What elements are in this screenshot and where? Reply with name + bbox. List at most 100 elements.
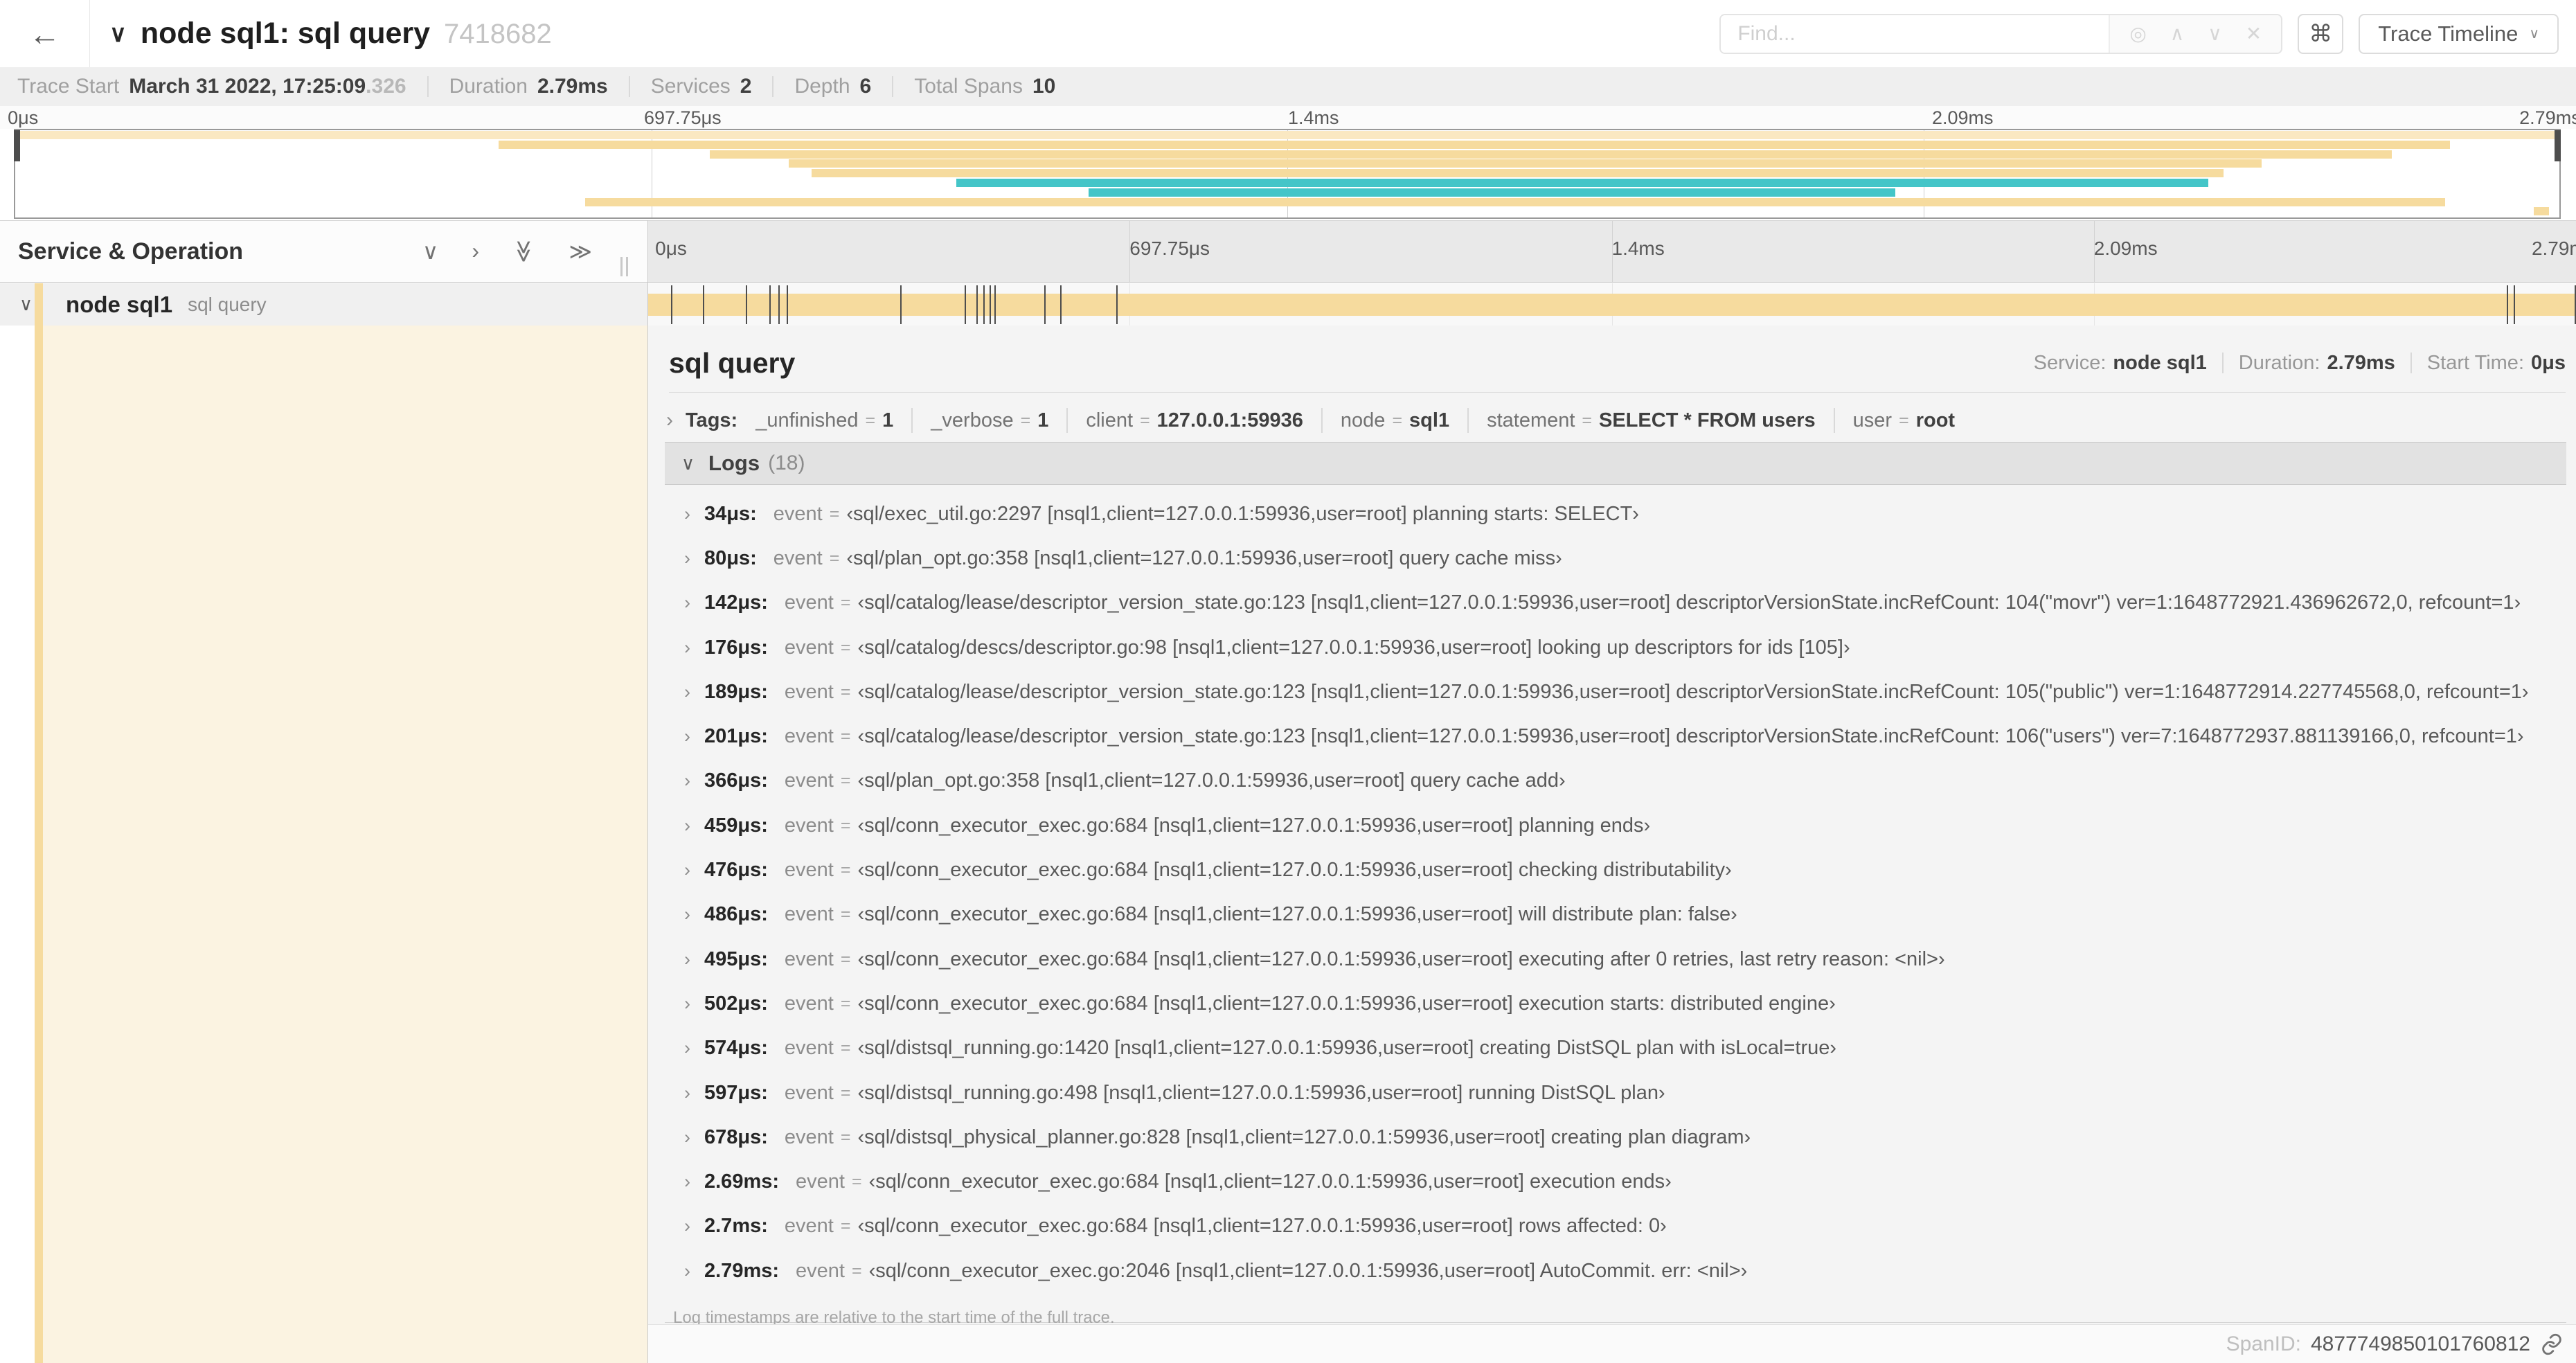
meta-item: Start Time: 0μs (2395, 352, 2566, 375)
log-marker-tick[interactable] (990, 285, 992, 324)
view-selector-button[interactable]: Trace Timeline ∨ (2359, 13, 2559, 54)
expand-log-icon[interactable]: › (684, 1037, 690, 1059)
deep-link-icon[interactable] (2540, 1333, 2564, 1356)
shortcuts-button[interactable]: ⌘ (2298, 13, 2344, 54)
expand-log-icon[interactable]: › (684, 548, 690, 569)
span-name-cell[interactable]: ∨ node sql1 sql query (0, 283, 647, 326)
tags-label: Tags: (686, 409, 738, 431)
log-row[interactable]: › 502μs: event = ‹sql/conn_executor_exec… (665, 981, 2566, 1026)
expand-log-icon[interactable]: › (684, 993, 690, 1015)
log-timestamp: 2.69ms: (704, 1170, 780, 1193)
expand-log-icon[interactable]: › (684, 949, 690, 970)
collapse-all-icon[interactable]: ≫ (511, 240, 537, 263)
expand-log-icon[interactable]: › (684, 859, 690, 881)
expand-log-icon[interactable]: › (684, 637, 690, 659)
log-marker-tick[interactable] (702, 285, 704, 324)
log-row[interactable]: › 574μs: event = ‹sql/distsql_running.go… (665, 1026, 2566, 1071)
logs-header[interactable]: ∨ Logs (18) (665, 442, 2566, 485)
expand-log-icon[interactable]: › (684, 1215, 690, 1237)
log-marker-tick[interactable] (2514, 285, 2516, 324)
collapse-one-icon[interactable]: ∨ (422, 238, 438, 265)
service-operation-header: Service & Operation ∨ › ≫ ≫ (0, 221, 647, 282)
log-row[interactable]: › 34μs: event = ‹sql/exec_util.go:2297 [… (665, 492, 2566, 536)
expand-log-icon[interactable]: › (684, 592, 690, 614)
log-row[interactable]: › 2.7ms: event = ‹sql/conn_executor_exec… (665, 1204, 2566, 1249)
equals-sign: = (840, 1216, 851, 1236)
spanid-value: 4877749850101760812 (2310, 1332, 2530, 1355)
log-marker-tick[interactable] (670, 285, 672, 324)
match-highlight-icon[interactable]: ◎ (2129, 22, 2146, 45)
log-marker-tick[interactable] (965, 285, 967, 324)
log-marker-tick[interactable] (900, 285, 902, 324)
expand-log-icon[interactable]: › (684, 1171, 690, 1193)
expand-log-icon[interactable]: › (684, 726, 690, 747)
log-marker-tick[interactable] (1116, 285, 1118, 324)
collapse-span-icon[interactable]: ∨ (19, 294, 33, 315)
timeline-header-row: Service & Operation ∨ › ≫ ≫ 0μs 697.75μs… (0, 220, 2576, 283)
log-timestamp: 176μs: (704, 636, 768, 659)
log-row[interactable]: › 678μs: event = ‹sql/distsql_physical_p… (665, 1115, 2566, 1159)
log-marker-tick[interactable] (976, 285, 978, 324)
expand-log-icon[interactable]: › (684, 1260, 690, 1282)
expand-log-icon[interactable]: › (684, 770, 690, 792)
log-row[interactable]: › 2.79ms: event = ‹sql/conn_executor_exe… (665, 1249, 2566, 1293)
log-marker-tick[interactable] (1059, 285, 1062, 324)
expand-tags-icon[interactable]: › (666, 409, 673, 432)
log-field-value: ‹sql/catalog/lease/descriptor_version_st… (857, 591, 2521, 614)
next-result-icon[interactable]: ∨ (2208, 22, 2222, 45)
expand-all-icon[interactable]: ≫ (569, 238, 593, 265)
span-row[interactable]: ∨ node sql1 sql query (0, 283, 2576, 326)
log-row[interactable]: › 176μs: event = ‹sql/catalog/descs/desc… (665, 625, 2566, 670)
log-marker-tick[interactable] (769, 285, 771, 324)
log-row[interactable]: › 80μs: event = ‹sql/plan_opt.go:358 [ns… (665, 536, 2566, 580)
equals-sign: = (840, 637, 851, 657)
clear-search-icon[interactable]: ✕ (2246, 22, 2262, 45)
timeline-tick-label: 1.4ms (1611, 238, 1665, 259)
span-timeline-cell[interactable] (647, 283, 2576, 326)
minimap-span-bar (811, 169, 2224, 178)
log-marker-tick[interactable] (745, 285, 747, 324)
log-row[interactable]: › 189μs: event = ‹sql/catalog/lease/desc… (665, 670, 2566, 714)
log-marker-tick[interactable] (2507, 285, 2509, 324)
expand-log-icon[interactable]: › (684, 1083, 690, 1104)
log-row[interactable]: › 476μs: event = ‹sql/conn_executor_exec… (665, 848, 2566, 892)
prev-result-icon[interactable]: ∧ (2170, 22, 2185, 45)
collapse-logs-icon[interactable]: ∨ (681, 453, 695, 474)
find-input[interactable] (1721, 15, 2109, 53)
expand-log-icon[interactable]: › (684, 904, 690, 925)
span-duration-bar[interactable] (647, 294, 2576, 316)
trace-title-group[interactable]: ∨ node sql1: sql query 7418682 (109, 17, 552, 51)
expand-one-icon[interactable]: › (472, 238, 479, 265)
command-icon: ⌘ (2309, 20, 2333, 47)
expand-log-icon[interactable]: › (684, 504, 690, 525)
log-marker-tick[interactable] (983, 285, 985, 324)
log-row[interactable]: › 495μs: event = ‹sql/conn_executor_exec… (665, 937, 2566, 981)
log-marker-tick[interactable] (786, 285, 788, 324)
expand-log-icon[interactable]: › (684, 815, 690, 837)
log-field-value: ‹sql/conn_executor_exec.go:684 [nsql1,cl… (857, 814, 1651, 837)
column-resizer-handle[interactable] (620, 257, 628, 276)
tags-row[interactable]: › Tags: _unfinished = 1 _verbose = 1 cli… (666, 403, 2566, 438)
log-row[interactable]: › 201μs: event = ‹sql/catalog/lease/desc… (665, 714, 2566, 758)
log-row[interactable]: › 142μs: event = ‹sql/catalog/lease/desc… (665, 581, 2566, 625)
log-marker-tick[interactable] (778, 285, 780, 324)
log-row[interactable]: › 2.69ms: event = ‹sql/conn_executor_exe… (665, 1159, 2566, 1204)
operation-name: sql query (188, 293, 267, 315)
collapse-trace-icon[interactable]: ∨ (109, 20, 127, 48)
viewport-drag-handle-left[interactable] (14, 130, 20, 161)
log-marker-tick[interactable] (1044, 285, 1046, 324)
back-button[interactable]: ← (0, 0, 90, 67)
log-row[interactable]: › 597μs: event = ‹sql/distsql_running.go… (665, 1071, 2566, 1115)
log-row[interactable]: › 486μs: event = ‹sql/conn_executor_exec… (665, 893, 2566, 937)
service-color-indent-strip (35, 326, 43, 1363)
log-row[interactable]: › 459μs: event = ‹sql/conn_executor_exec… (665, 803, 2566, 848)
expand-log-icon[interactable]: › (684, 1127, 690, 1148)
expand-log-icon[interactable]: › (684, 682, 690, 703)
timeline-ruler: 0μs 697.75μs 1.4ms 2.09ms 2.79ms (647, 221, 2576, 282)
viewport-drag-handle-right[interactable] (2555, 130, 2561, 161)
log-field-value: ‹sql/conn_executor_exec.go:684 [nsql1,cl… (857, 903, 1737, 926)
trace-minimap[interactable] (14, 129, 2561, 219)
log-row[interactable]: › 366μs: event = ‹sql/plan_opt.go:358 [n… (665, 759, 2566, 803)
log-marker-tick[interactable] (994, 285, 996, 324)
back-arrow-icon: ← (28, 15, 61, 52)
